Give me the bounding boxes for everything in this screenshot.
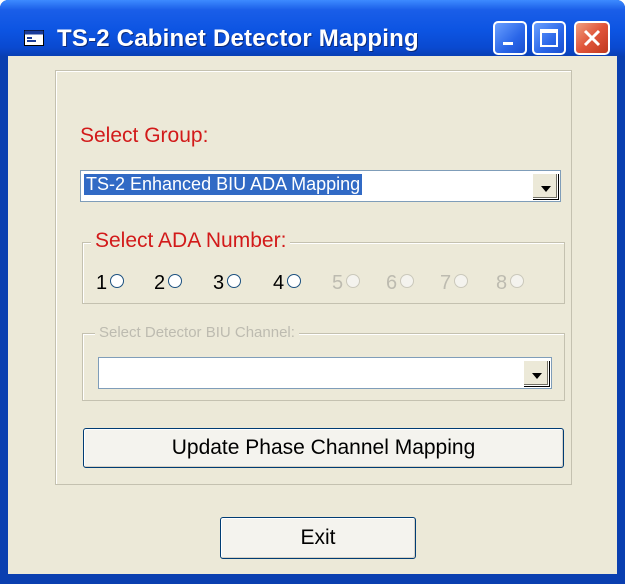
- group-select[interactable]: TS-2 Enhanced BIU ADA Mapping: [80, 170, 561, 202]
- ada-radio-label: 8: [496, 272, 508, 294]
- close-icon: [583, 29, 601, 47]
- maximize-button[interactable]: [532, 21, 566, 55]
- ada-radio-group: 1 2 3 4 5 6 7 8: [96, 272, 556, 296]
- biu-channel-caption: Select Detector BIU Channel:: [95, 324, 299, 341]
- radio-circle[interactable]: [287, 274, 301, 288]
- window-title: TS-2 Cabinet Detector Mapping: [57, 25, 419, 52]
- exit-button[interactable]: Exit: [220, 517, 416, 559]
- radio-circle: [400, 274, 414, 288]
- group-select-value: TS-2 Enhanced BIU ADA Mapping: [84, 174, 363, 195]
- ada-number-caption: Select ADA Number:: [91, 229, 291, 253]
- radio-circle[interactable]: [110, 274, 124, 288]
- ada-radio-label: 5: [332, 272, 344, 294]
- chevron-down-icon[interactable]: [523, 360, 549, 386]
- ada-radio-label: 2: [154, 272, 166, 294]
- title-bar[interactable]: TS-2 Cabinet Detector Mapping: [0, 0, 625, 56]
- ada-radio-label: 3: [213, 272, 225, 294]
- biu-channel-select[interactable]: [98, 357, 552, 389]
- radio-circle[interactable]: [168, 274, 182, 288]
- radio-circle: [510, 274, 524, 288]
- minimize-icon: [503, 42, 513, 45]
- app-icon: [24, 30, 44, 46]
- ada-radio-label: 1: [96, 272, 108, 294]
- ada-radio-label: 6: [386, 272, 398, 294]
- window-bottom-border: [0, 574, 625, 584]
- radio-circle[interactable]: [227, 274, 241, 288]
- close-button[interactable]: [574, 21, 610, 55]
- minimize-button[interactable]: [493, 21, 527, 55]
- chevron-down-icon[interactable]: [532, 173, 558, 199]
- select-group-label: Select Group:: [80, 124, 209, 147]
- update-mapping-button[interactable]: Update Phase Channel Mapping: [83, 428, 564, 468]
- ada-radio-label: 7: [440, 272, 452, 294]
- radio-circle: [346, 274, 360, 288]
- app-window: TS-2 Cabinet Detector Mapping Select Gro…: [0, 0, 625, 584]
- radio-circle: [454, 274, 468, 288]
- maximize-icon: [540, 29, 558, 47]
- ada-radio-label: 4: [273, 272, 285, 294]
